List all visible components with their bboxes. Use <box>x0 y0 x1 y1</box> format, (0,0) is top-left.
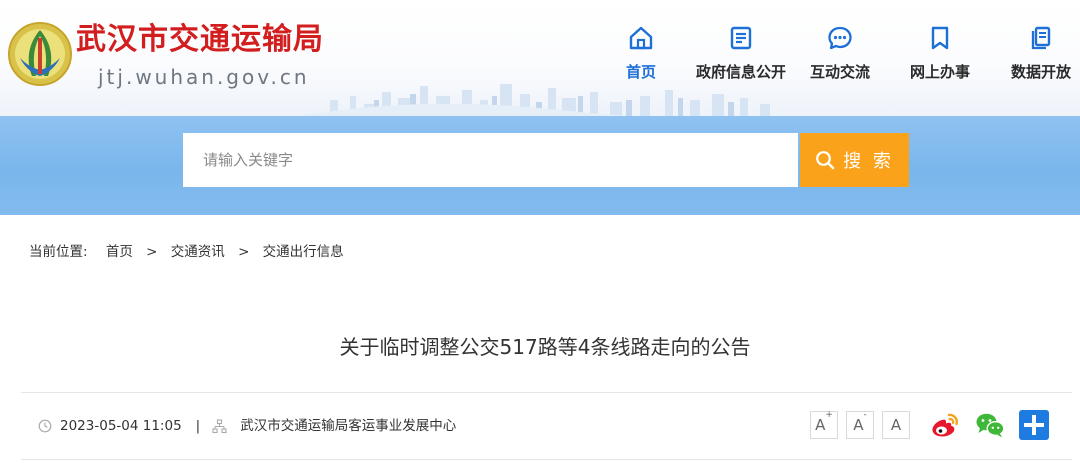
home-icon <box>629 26 653 50</box>
nav-label-open-data: 数据开放 <box>1010 63 1071 81</box>
search-band: 搜 索 <box>0 116 1080 215</box>
search-button-label: 搜 索 <box>843 151 894 172</box>
nav-label-online-service: 网上办事 <box>909 63 970 81</box>
breadcrumb-item-home[interactable]: 首页 <box>106 243 133 261</box>
article-title: 关于临时调整公交517路等4条线路走向的公告 <box>339 335 751 359</box>
breadcrumb-label: 当前位置: <box>29 244 88 260</box>
search-input[interactable] <box>183 133 798 187</box>
breadcrumb-item-news[interactable]: 交通资讯 <box>171 243 225 261</box>
main-nav: 首页 政府信息公开 互动交流 网上办事 数据开放 <box>0 0 1080 116</box>
article-source: 武汉市交通运输局客运事业发展中心 <box>240 418 457 434</box>
article-content: 当前位置: 首页 > 交通资讯 > 交通出行信息 关于临时调整公交517路等4条… <box>0 215 1080 463</box>
copy-docs-icon <box>1031 26 1051 50</box>
meta-divider: | <box>195 418 201 434</box>
nav-item-interaction[interactable]: 互动交流 <box>790 24 890 82</box>
document-list-icon <box>730 26 752 50</box>
nav-label-interaction: 互动交流 <box>809 63 870 81</box>
nav-label-gov-info: 政府信息公开 <box>695 63 786 81</box>
nav-item-online-service[interactable]: 网上办事 <box>890 24 990 82</box>
site-header: 武汉市交通运输局 jtj.wuhan.gov.cn 首页 政府信息公开 互动交流… <box>0 0 1080 116</box>
wechat-icon[interactable] <box>974 409 1006 441</box>
article-meta: 2023-05-04 11:05 | 武汉市交通运输局客运事业发展中心 <box>38 417 456 435</box>
breadcrumb-item-travel-info[interactable]: 交通出行信息 <box>263 243 344 261</box>
breadcrumb-separator: > <box>238 244 250 260</box>
publish-date: 2023-05-04 11:05 <box>60 418 182 434</box>
search-button[interactable]: 搜 索 <box>800 133 909 187</box>
search-icon <box>816 151 835 170</box>
organization-icon <box>212 418 227 433</box>
weibo-icon[interactable] <box>929 409 961 441</box>
bookmark-icon <box>931 26 949 50</box>
font-size-increase-button[interactable]: A+ <box>810 410 838 439</box>
nav-label-home: 首页 <box>625 63 656 81</box>
nav-item-gov-info[interactable]: 政府信息公开 <box>691 24 791 82</box>
nav-item-open-data[interactable]: 数据开放 <box>991 24 1080 82</box>
font-size-decrease-button[interactable]: A- <box>846 410 874 439</box>
nav-item-home[interactable]: 首页 <box>591 24 691 82</box>
chat-bubble-icon <box>828 26 852 50</box>
font-size-default-button[interactable]: A <box>882 411 910 439</box>
breadcrumb: 当前位置: 首页 > 交通资讯 > 交通出行信息 <box>29 243 344 261</box>
article-meta-bar: 2023-05-04 11:05 | 武汉市交通运输局客运事业发展中心 A+ A… <box>21 392 1072 460</box>
breadcrumb-separator: > <box>146 244 158 260</box>
plus-share-icon[interactable] <box>1018 409 1050 441</box>
clock-icon <box>38 419 52 433</box>
